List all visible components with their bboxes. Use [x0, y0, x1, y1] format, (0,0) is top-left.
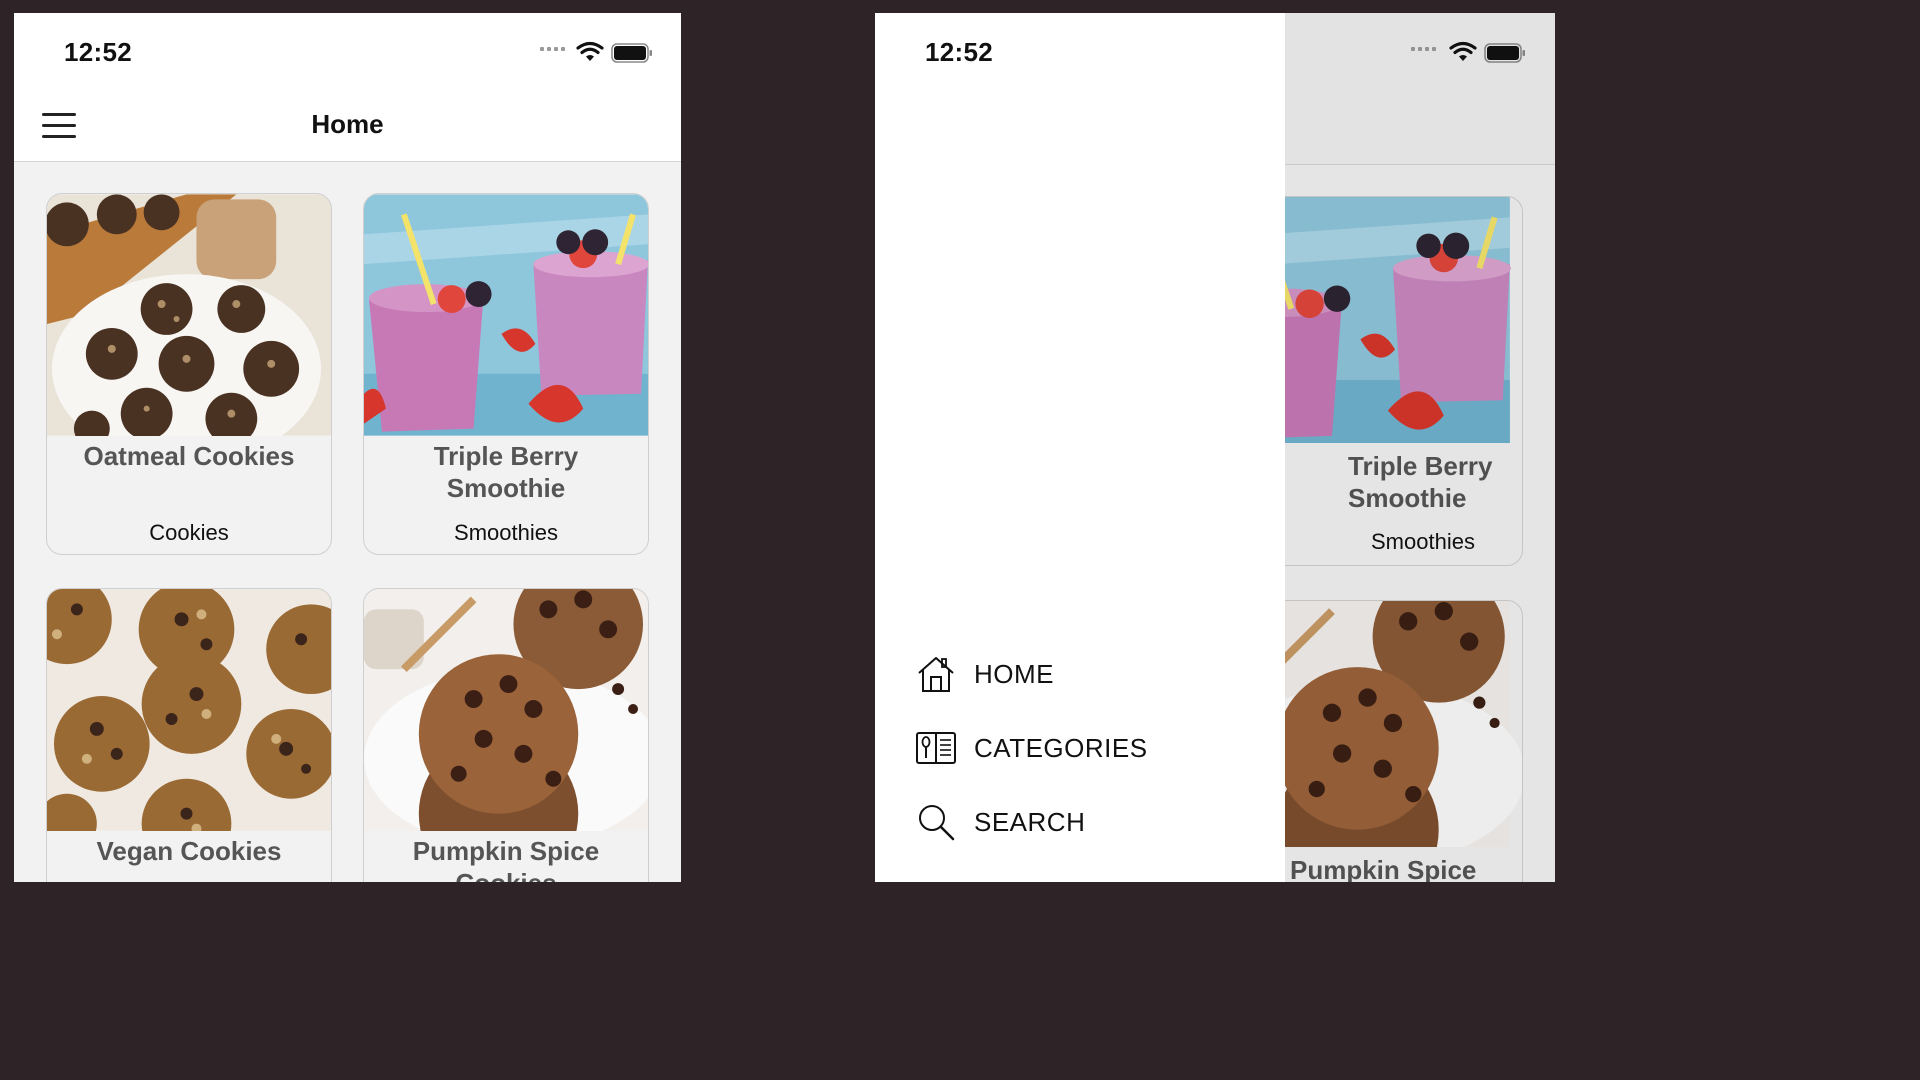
recipe-card[interactable]: Vegan Cookies — [46, 588, 332, 882]
menu-item-home[interactable]: HOME — [915, 652, 1054, 696]
status-bar: 12:52 — [14, 13, 681, 93]
menu-open-screen: Triple Berry Smoothie Smoothies Pumpkin … — [875, 13, 1555, 882]
battery-icon — [611, 43, 652, 63]
recipe-card[interactable]: Triple Berry Smoothie Smoothies — [363, 193, 649, 555]
menu-item-categories[interactable]: CATEGORIES — [915, 726, 1148, 770]
vegan-cookies-photo — [47, 589, 331, 831]
menu-label: CATEGORIES — [974, 732, 1148, 763]
chocolate-chip-cookies-photo — [364, 589, 648, 831]
status-time: 12:52 — [925, 37, 993, 67]
recipe-category: Smoothies — [454, 520, 558, 545]
home-icon — [918, 657, 954, 692]
recipe-card[interactable]: Oatmeal Cookies Cookies — [46, 193, 332, 555]
search-icon — [919, 805, 955, 841]
page-title: Home — [311, 109, 384, 139]
navigation-bar: Home — [14, 93, 681, 162]
menu-label: HOME — [974, 658, 1054, 689]
wifi-icon — [576, 41, 604, 61]
menu-label: SEARCH — [974, 806, 1086, 837]
oatmeal-cookies-photo — [47, 194, 331, 436]
side-menu: 12:52 HOME CATEGORIES SEARCH — [875, 13, 1285, 882]
recipe-title: Triple Berry Smoothie — [433, 441, 579, 503]
recipe-card[interactable]: Pumpkin Spice Cookies — [363, 588, 649, 882]
recipe-title: Pumpkin Spice Cookies — [412, 836, 600, 882]
status-time: 12:52 — [64, 37, 132, 67]
categories-icon — [916, 732, 956, 764]
recipe-title: Oatmeal Cookies — [83, 441, 295, 471]
recipe-category: Cookies — [149, 520, 229, 545]
home-screen: 12:52 Home Oatmeal Cookies Cookies Tripl… — [14, 13, 681, 882]
dimmed-overlay[interactable] — [1285, 13, 1555, 882]
berry-smoothie-photo — [364, 194, 648, 436]
menu-item-search[interactable]: SEARCH — [915, 800, 1085, 844]
cellular-signal-icon — [540, 47, 565, 51]
recipe-title: Vegan Cookies — [96, 836, 282, 866]
